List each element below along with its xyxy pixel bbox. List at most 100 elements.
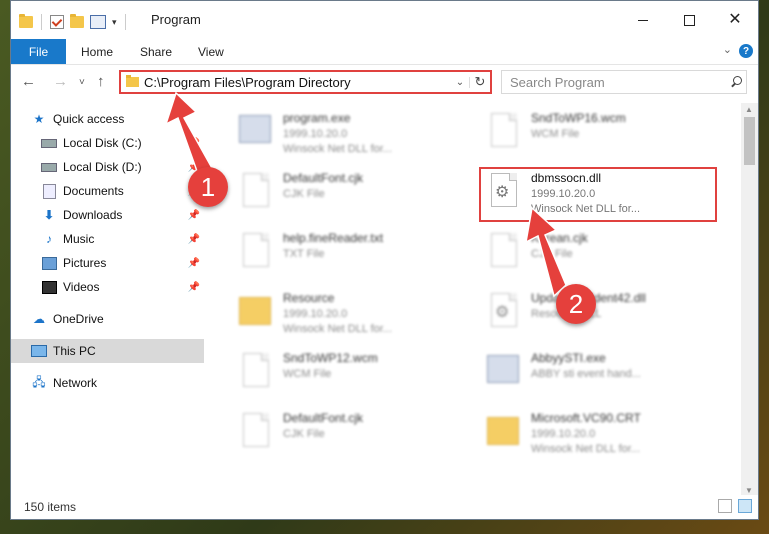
file-name: help.fineReader.txt	[283, 231, 384, 245]
file-version: 1999.10.20.0	[283, 128, 348, 140]
sidebar-item-label: Pictures	[63, 256, 107, 270]
document-icon	[235, 231, 273, 277]
maximize-button[interactable]	[666, 1, 712, 39]
sidebar-item-documents[interactable]: Documents 📌	[41, 179, 204, 203]
address-row: ← → ˅ ↑ C:\Program Files\Program Directo…	[11, 65, 758, 101]
quick-access-toolbar: ▾	[19, 14, 128, 30]
file-name: DefaultFont.cjk	[283, 411, 364, 425]
close-icon: ✕	[728, 11, 742, 28]
pin-icon[interactable]: 📌	[188, 210, 200, 221]
refresh-icon[interactable]: ↻	[470, 74, 490, 90]
sidebar-item-local-disk-d[interactable]: Local Disk (D:) 📌	[41, 155, 204, 179]
search-input[interactable]	[502, 73, 728, 91]
file-description: Winsock Net DLL for...	[283, 143, 393, 155]
customize-toolbar-dropdown-icon[interactable]: ▾	[112, 17, 117, 28]
search-box[interactable]	[501, 70, 747, 94]
recent-locations-chevron-icon[interactable]: ˅	[79, 77, 85, 88]
scroll-up-arrow-icon[interactable]: ▲	[745, 105, 753, 114]
new-folder-icon[interactable]	[70, 14, 84, 28]
file-description: Winsock Net DLL for...	[531, 443, 641, 455]
file-item[interactable]: UpdateResident42.dll Resource DLL	[479, 287, 719, 339]
file-name: Korean.cjk	[531, 231, 588, 245]
up-arrow-icon[interactable]: ↑	[97, 73, 105, 90]
folder-icon[interactable]	[19, 14, 33, 28]
details-view-icon[interactable]	[718, 499, 732, 513]
callout-2: 2	[556, 284, 596, 324]
disk-icon	[41, 160, 57, 174]
maximize-icon	[683, 14, 695, 26]
tab-file[interactable]: File	[11, 39, 66, 64]
file-name: AbbyySTI.exe	[531, 351, 606, 365]
file-name: Resource	[283, 291, 335, 305]
scroll-down-arrow-icon[interactable]: ▼	[745, 486, 753, 495]
address-path[interactable]: C:\Program Files\Program Directory	[144, 75, 451, 90]
back-arrow-icon[interactable]: ←	[21, 73, 36, 90]
tab-share[interactable]: Share	[140, 45, 172, 59]
file-item[interactable]: help.fineReader.txt TXT File	[231, 227, 471, 279]
document-icon	[235, 171, 273, 217]
file-item[interactable]: program.exe 1999.10.20.0 Winsock Net DLL…	[231, 107, 471, 159]
window-title: Program	[151, 12, 201, 27]
file-item[interactable]: Microsoft.VC90.CRT 1999.10.20.0 Winsock …	[479, 407, 719, 459]
documents-icon	[41, 183, 57, 199]
vertical-scrollbar[interactable]: ▲ ▼	[741, 103, 758, 497]
file-item[interactable]: SndToWP16.wcm WCM File	[479, 107, 719, 159]
pin-icon[interactable]: 📌	[188, 282, 200, 293]
search-icon[interactable]	[728, 73, 746, 91]
toolbar-divider	[41, 14, 42, 30]
file-item[interactable]: SndToWP12.wcm WCM File	[231, 347, 471, 399]
sidebar-item-local-disk-c[interactable]: Local Disk (C:) 📌	[41, 131, 204, 155]
tab-home[interactable]: Home	[81, 45, 113, 59]
file-type: WCM File	[531, 128, 580, 140]
item-count: 150 items	[24, 500, 77, 514]
videos-icon	[41, 280, 57, 294]
pin-icon[interactable]: 📌	[188, 138, 200, 149]
sidebar-item-label: Videos	[63, 280, 100, 294]
tab-view[interactable]: View	[198, 45, 224, 59]
large-icons-view-icon[interactable]	[738, 499, 752, 513]
file-type: CJK File	[531, 248, 573, 260]
sidebar-item-label: OneDrive	[53, 312, 104, 326]
document-icon	[483, 111, 521, 157]
file-explorer-window: ▾ Program ✕ File Home Share View ⌄ ? ← →…	[10, 0, 759, 520]
view-properties-icon[interactable]	[90, 15, 106, 29]
highlight-box	[479, 167, 717, 222]
disk-icon	[41, 136, 57, 150]
sidebar-item-downloads[interactable]: ⬇ Downloads 📌	[41, 203, 204, 227]
pc-icon	[31, 344, 47, 358]
sidebar-item-this-pc[interactable]: This PC	[11, 339, 204, 363]
pin-icon[interactable]: 📌	[188, 234, 200, 245]
minimize-button[interactable]	[620, 1, 666, 39]
sidebar-item-videos[interactable]: Videos 📌	[41, 275, 204, 299]
file-description: ABBY sti event hand...	[531, 368, 641, 380]
scrollbar-thumb[interactable]	[744, 117, 755, 165]
pictures-icon	[41, 256, 57, 270]
address-dropdown-chevron-icon[interactable]: ⌄	[451, 76, 470, 88]
sidebar-item-music[interactable]: ♪ Music 📌	[41, 227, 204, 251]
file-item[interactable]: Korean.cjk CJK File	[479, 227, 719, 279]
download-icon: ⬇	[43, 208, 55, 222]
expand-ribbon-chevron-icon[interactable]: ⌄	[723, 43, 732, 56]
file-item[interactable]: DefaultFont.cjk CJK File	[231, 167, 471, 219]
address-bar[interactable]: C:\Program Files\Program Directory ⌄ ↻	[119, 70, 492, 94]
file-item[interactable]: Resource 1999.10.20.0 Winsock Net DLL fo…	[231, 287, 471, 339]
document-icon	[483, 231, 521, 277]
file-item[interactable]: DefaultFont.cjk CJK File	[231, 407, 471, 459]
status-bar: 150 items	[11, 495, 758, 519]
music-icon: ♪	[46, 232, 52, 246]
file-version: 1999.10.20.0	[531, 428, 596, 440]
forward-arrow-icon[interactable]: →	[53, 73, 68, 90]
file-name: program.exe	[283, 111, 351, 125]
pin-icon[interactable]: 📌	[188, 258, 200, 269]
properties-check-icon[interactable]	[50, 15, 64, 29]
file-name: Microsoft.VC90.CRT	[531, 411, 641, 425]
sidebar-item-network[interactable]: 🖧 Network	[31, 371, 204, 395]
help-icon[interactable]: ?	[739, 44, 753, 58]
folder-icon	[235, 291, 273, 337]
close-button[interactable]: ✕	[712, 1, 758, 39]
sidebar-item-pictures[interactable]: Pictures 📌	[41, 251, 204, 275]
file-item[interactable]: AbbyySTI.exe ABBY sti event hand...	[479, 347, 719, 399]
sidebar-item-label: Local Disk (D:)	[63, 160, 142, 174]
sidebar-item-onedrive[interactable]: ☁ OneDrive	[31, 307, 204, 331]
sidebar-item-quick-access[interactable]: ★ Quick access	[31, 107, 224, 131]
